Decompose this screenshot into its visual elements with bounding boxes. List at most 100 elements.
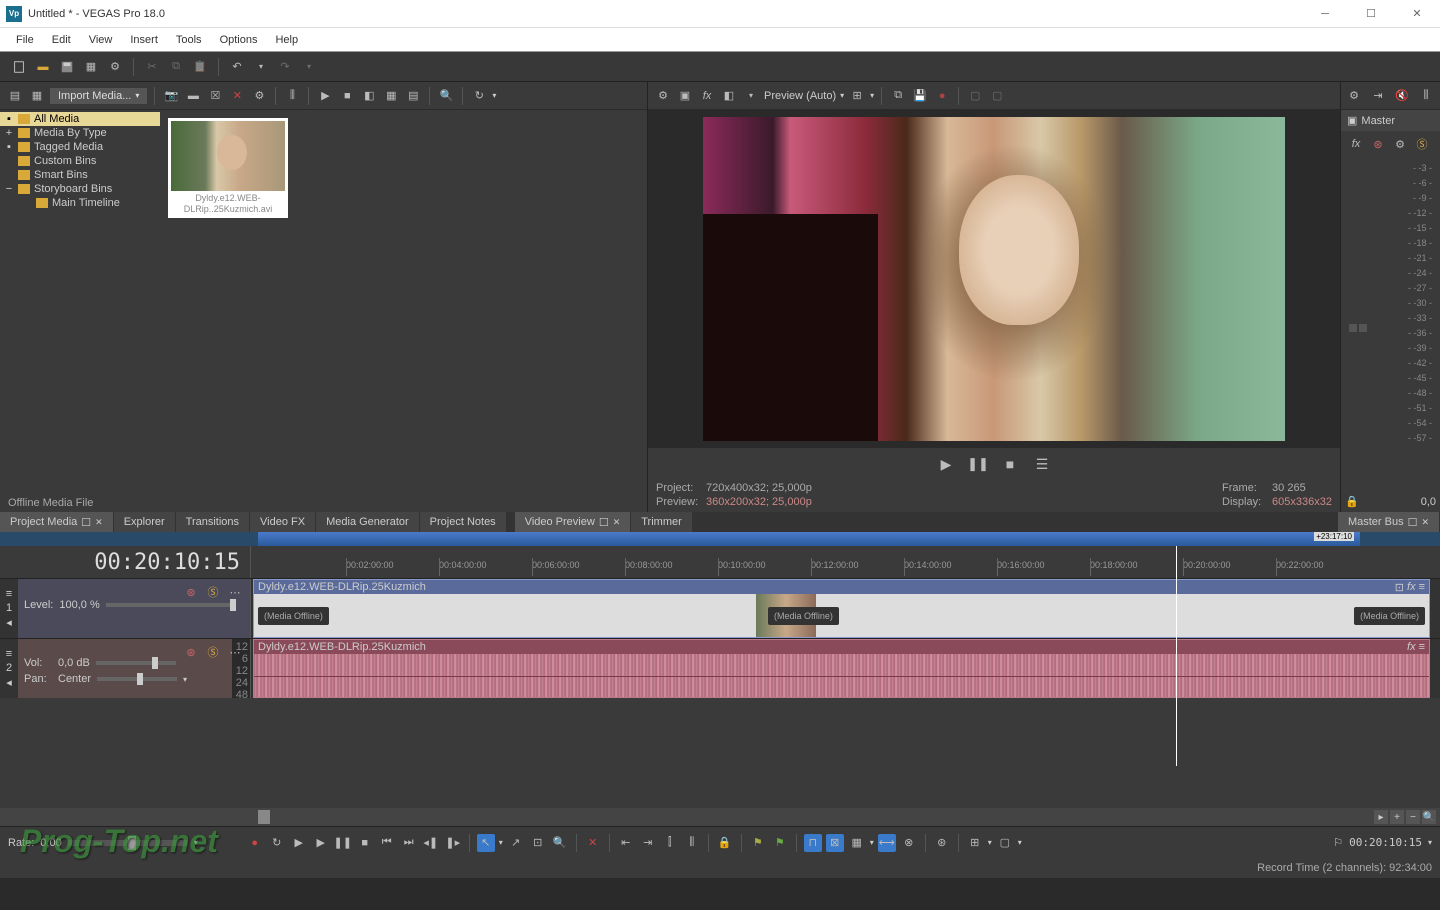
search-icon[interactable]: 🔍 (437, 87, 455, 105)
lock-icon[interactable]: 🔒 (1345, 495, 1359, 508)
normal-edit-tool[interactable]: ↖ (477, 834, 495, 852)
level-slider[interactable] (106, 603, 236, 607)
split-screen-icon[interactable]: ◧ (720, 87, 738, 105)
add-dropdown-icon[interactable]: ▾ (988, 838, 992, 847)
redo-dropdown-icon[interactable]: ▾ (300, 58, 318, 76)
overlays-dropdown-icon[interactable]: ▾ (870, 91, 874, 100)
menu-file[interactable]: File (8, 31, 42, 49)
preview-mode-dropdown-icon[interactable]: ▾ (840, 91, 844, 100)
save-icon[interactable] (58, 58, 76, 76)
video-track-header[interactable]: ≡1◂ ⊛ Ⓢ ⋯ Level: 100,0 % (0, 579, 250, 638)
go-end-button[interactable]: ⏭ (400, 834, 418, 852)
delete-icon[interactable]: ✕ (228, 87, 246, 105)
loop-button[interactable]: ↻ (268, 834, 286, 852)
delete-button[interactable]: ✕ (584, 834, 602, 852)
menu-view[interactable]: View (81, 31, 121, 49)
next-frame-button[interactable]: ❚▸ (444, 834, 462, 852)
track-motion-icon[interactable]: ⊛ (182, 583, 200, 601)
tree-custom-bins[interactable]: Custom Bins (0, 154, 160, 168)
track-more-icon[interactable]: ⋯ (226, 643, 244, 661)
track-solo-icon[interactable]: Ⓢ (204, 643, 222, 661)
remove-media-icon[interactable]: ☒ (206, 87, 224, 105)
stop-button[interactable]: ■ (1001, 455, 1019, 473)
tree-tagged-media[interactable]: ▪Tagged Media (0, 140, 160, 154)
scroll-thumb[interactable] (258, 810, 270, 824)
tab-video-fx[interactable]: Video FX (250, 512, 316, 532)
tree-media-by-type[interactable]: +Media By Type (0, 126, 160, 140)
tab-project-notes[interactable]: Project Notes (420, 512, 507, 532)
tree-all-media[interactable]: ▪All Media (0, 112, 160, 126)
toggle-2-icon[interactable]: ▢ (988, 87, 1006, 105)
media-properties-icon[interactable]: ▦ (28, 87, 46, 105)
preview-mode[interactable]: Preview (Auto) (764, 90, 836, 102)
render-icon[interactable]: ▦ (82, 58, 100, 76)
menu-edit[interactable]: Edit (44, 31, 79, 49)
volume-slider[interactable] (96, 661, 176, 665)
tab-explorer[interactable]: Explorer (114, 512, 176, 532)
play-button[interactable]: ▶ (937, 455, 955, 473)
rate-dropdown-icon[interactable]: ▾ (194, 838, 198, 847)
clip-fx-icon[interactable]: fx (1407, 641, 1416, 653)
clip-menu-icon[interactable]: ≡ (1419, 641, 1425, 653)
timeline-empty-area[interactable] (0, 698, 1440, 808)
master-solo-icon[interactable]: Ⓢ (1413, 135, 1431, 153)
vtrack-menu-icon[interactable]: ≡ (6, 588, 12, 600)
capture-video-icon[interactable]: 📷 (162, 87, 180, 105)
eq-icon[interactable]: ⫼ (1417, 87, 1435, 105)
rate-slider[interactable] (68, 840, 188, 846)
import-media-button[interactable]: Import Media...▾ (50, 88, 147, 104)
copy-icon[interactable]: ⧉ (167, 58, 185, 76)
trim-start-button[interactable]: ⇤ (617, 834, 635, 852)
track-mute-icon[interactable]: ⊛ (182, 643, 200, 661)
get-media-icon[interactable]: ▬ (184, 87, 202, 105)
atrack-menu-icon[interactable]: ≡ (6, 648, 12, 660)
preview-properties-icon[interactable]: ⚙ (654, 87, 672, 105)
master-fx-icon[interactable]: fx (1347, 135, 1365, 153)
undo-icon[interactable]: ↶ (228, 58, 246, 76)
stop-button[interactable]: ■ (356, 834, 374, 852)
media-fx-icon[interactable]: ⚙ (250, 87, 268, 105)
pause-button[interactable]: ❚❚ (969, 455, 987, 473)
dim-icon[interactable]: 🔇 (1393, 87, 1411, 105)
marker-span-button[interactable]: ⫼ (683, 834, 701, 852)
redo-icon[interactable]: ↷ (276, 58, 294, 76)
open-icon[interactable]: ▬ (34, 58, 52, 76)
zoom-tool[interactable]: 🔍 (551, 834, 569, 852)
play-button[interactable]: ▶ (312, 834, 330, 852)
refresh-icon[interactable]: ↻ (470, 87, 488, 105)
menu-insert[interactable]: Insert (122, 31, 166, 49)
snap-dropdown-icon[interactable]: ▾ (870, 838, 874, 847)
tool-dropdown-icon[interactable]: ▾ (499, 838, 503, 847)
external-monitor-icon[interactable]: ▣ (676, 87, 694, 105)
lock-button[interactable]: 🔒 (716, 834, 734, 852)
zoom-in-icon[interactable]: + (1390, 810, 1404, 824)
auto-ripple-button[interactable]: ⟷ (878, 834, 896, 852)
downmix-icon[interactable]: ⇥ (1369, 87, 1387, 105)
cut-icon[interactable]: ✂ (143, 58, 161, 76)
video-clip[interactable]: Dyldy.e12.WEB-DLRip.25Kuzmich ⊡fx≡ (Medi… (253, 579, 1430, 638)
overlays-icon[interactable]: ⊞ (848, 87, 866, 105)
properties-icon[interactable]: ⚙ (106, 58, 124, 76)
time-dropdown-icon[interactable]: ▾ (1428, 838, 1432, 847)
menu-help[interactable]: Help (267, 31, 306, 49)
pan-slider[interactable] (97, 677, 177, 681)
timeline-loop-region[interactable]: +23:17:10 (0, 532, 1440, 546)
grid-icon[interactable]: ▦ (382, 87, 400, 105)
toggle-1-icon[interactable]: ▢ (966, 87, 984, 105)
object-tool-icon[interactable]: ⊛ (933, 834, 951, 852)
project-properties-icon[interactable]: ▤ (6, 87, 24, 105)
video-fx-icon[interactable]: fx (698, 87, 716, 105)
tab-video-preview[interactable]: Video Preview☐✕ (515, 512, 632, 532)
save-snapshot-icon[interactable]: 💾 (911, 87, 929, 105)
undo-dropdown-icon[interactable]: ▾ (252, 58, 270, 76)
audio-track-header[interactable]: ≡2◂ ⊛ Ⓢ ⋯ Vol: 0,0 dB Pan: Center ▾ (0, 639, 250, 698)
prev-frame-button[interactable]: ◂❚ (422, 834, 440, 852)
dropdown-arrow-icon[interactable]: ▾ (492, 91, 496, 100)
close-button[interactable]: ✕ (1394, 0, 1440, 28)
tab-trimmer[interactable]: Trimmer (631, 512, 693, 532)
more-tools-icon[interactable]: ▢ (996, 834, 1014, 852)
clip-fx-icon[interactable]: fx (1407, 581, 1416, 594)
master-gear-icon[interactable]: ⚙ (1391, 135, 1409, 153)
master-insert-icon[interactable]: ⊛ (1369, 135, 1387, 153)
add-track-icon[interactable]: ⊞ (966, 834, 984, 852)
